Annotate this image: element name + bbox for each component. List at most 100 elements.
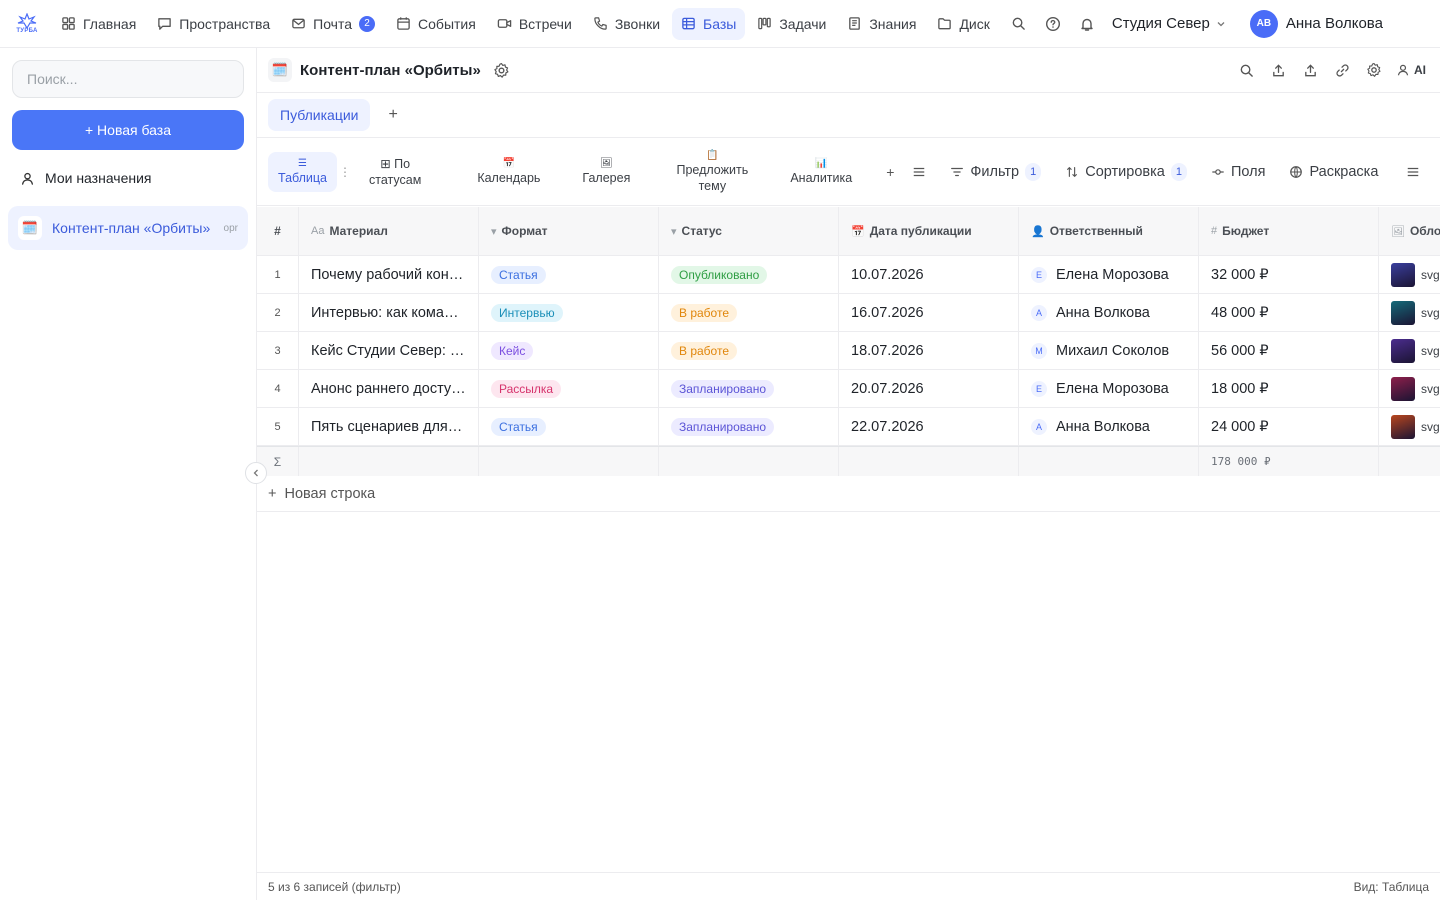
nav-bases[interactable]: Базы [672, 7, 746, 40]
workspace-switcher[interactable]: Студия Север [1112, 15, 1226, 32]
cell-date[interactable]: 10.07.2026 [839, 256, 1019, 293]
cell-status[interactable]: В работе [659, 294, 839, 331]
view-table[interactable]: ☰ Таблица [268, 151, 338, 192]
cell-cover[interactable]: svg [1379, 332, 1440, 369]
cell-material[interactable]: Интервью: как команда работает [299, 294, 479, 331]
nav-mail[interactable]: Почта 2 [282, 8, 384, 40]
cell-budget[interactable]: 24 000 ₽ [1199, 408, 1379, 445]
cell-cover[interactable]: svg [1379, 294, 1440, 331]
view-analytics[interactable]: 📊 Аналитика [780, 152, 862, 192]
nav-tasks[interactable]: Задачи [748, 8, 835, 40]
gear-icon[interactable] [493, 62, 510, 79]
cell-status[interactable]: Опубликовано [659, 256, 839, 293]
cell-format[interactable]: Статья [479, 408, 659, 445]
summary-cell-material[interactable] [299, 447, 479, 476]
summary-cell-budget-total[interactable]: 178 000 ₽ [1199, 447, 1379, 476]
user-menu[interactable]: АВ Анна Волкова [1249, 9, 1383, 38]
row-height-icon[interactable] [1406, 165, 1420, 179]
column-header-status[interactable]: ▾ Статус [659, 207, 839, 255]
cell-status[interactable]: Запланировано [659, 370, 839, 407]
search-button[interactable] [1230, 54, 1262, 86]
cell-status[interactable]: Запланировано [659, 408, 839, 445]
summary-cell-format[interactable] [479, 447, 659, 476]
view-more-icon[interactable]: ⋮ [339, 165, 351, 179]
cell-responsible[interactable]: А Анна Волкова [1019, 294, 1199, 331]
cell-budget[interactable]: 48 000 ₽ [1199, 294, 1379, 331]
nav-home[interactable]: Главная [52, 8, 145, 40]
nav-spaces[interactable]: Пространства [148, 8, 279, 40]
nav-events[interactable]: События [387, 8, 485, 40]
cell-responsible[interactable]: А Анна Волкова [1019, 408, 1199, 445]
help-button[interactable] [1036, 8, 1070, 40]
export-button[interactable] [1262, 54, 1294, 86]
cell-material[interactable]: Кейс Студии Север: рост [299, 332, 479, 369]
sort-button[interactable]: Сортировка 1 [1065, 162, 1187, 181]
cell-responsible[interactable]: Е Елена Морозова [1019, 370, 1199, 407]
column-header-budget[interactable]: # Бюджет [1199, 207, 1379, 255]
cell-responsible[interactable]: Е Елена Морозова [1019, 256, 1199, 293]
column-header-material[interactable]: Aa Материал [299, 207, 479, 255]
collapse-sidebar-button[interactable] [245, 462, 267, 484]
add-table-button[interactable]: + [388, 106, 397, 124]
table-row[interactable]: 3 Кейс Студии Север: рост Кейс В работе … [257, 332, 1440, 370]
nav-knowledge[interactable]: Знания [838, 8, 925, 40]
ai-assistant-button[interactable]: AI [1396, 63, 1426, 77]
cell-format[interactable]: Рассылка [479, 370, 659, 407]
filter-button[interactable]: Фильтр 1 [950, 162, 1042, 181]
copy-link-button[interactable] [1326, 54, 1358, 86]
summary-cell-responsible[interactable] [1019, 447, 1199, 476]
nav-disk[interactable]: Диск [928, 8, 998, 40]
notifications-button[interactable] [1070, 8, 1104, 40]
sidebar-item-my-assignments[interactable]: Мои назначения [20, 170, 152, 186]
view-suggest-topic[interactable]: 📋 Предложить тему [662, 148, 762, 196]
cell-budget[interactable]: 18 000 ₽ [1199, 370, 1379, 407]
view-calendar[interactable]: 📅 Календарь [467, 152, 550, 192]
summary-cell-cover[interactable] [1379, 447, 1440, 476]
cell-cover[interactable]: svg [1379, 408, 1440, 445]
cell-date[interactable]: 18.07.2026 [839, 332, 1019, 369]
column-header-format[interactable]: ▾ Формат [479, 207, 659, 255]
cell-material[interactable]: Почему рабочий контент-план ломается [299, 256, 479, 293]
cell-budget[interactable]: 56 000 ₽ [1199, 332, 1379, 369]
fields-button[interactable]: Поля [1211, 164, 1265, 180]
app-logo[interactable]: ТУРБА [12, 13, 42, 34]
sidebar-item-content-plan[interactable]: 🗓️ Контент-план «Орбиты» opr [8, 206, 248, 250]
nav-meetings[interactable]: Встречи [488, 8, 581, 40]
base-settings-button[interactable] [1358, 54, 1390, 86]
new-base-button[interactable]: + Новая база [12, 110, 244, 150]
add-view-button[interactable]: + [886, 164, 894, 180]
cell-date[interactable]: 16.07.2026 [839, 294, 1019, 331]
view-by-status[interactable]: ⊞ По статусам [359, 152, 431, 192]
summary-cell-status[interactable] [659, 447, 839, 476]
menu-icon[interactable] [912, 165, 926, 179]
table-row[interactable]: 4 Анонс раннего доступа Рассылка Заплани… [257, 370, 1440, 408]
summary-cell-date[interactable] [839, 447, 1019, 476]
new-row-button[interactable]: + Новая строка [257, 476, 1440, 512]
cell-responsible[interactable]: М Михаил Соколов [1019, 332, 1199, 369]
cell-status[interactable]: В работе [659, 332, 839, 369]
coloring-button[interactable]: Раскраска [1289, 164, 1378, 180]
cell-material[interactable]: Анонс раннего доступа [299, 370, 479, 407]
cell-format[interactable]: Интервью [479, 294, 659, 331]
nav-calls[interactable]: Звонки [584, 8, 669, 40]
sidebar-search-input[interactable]: Поиск... [12, 60, 244, 98]
column-header-cover[interactable]: 🖼 Облож [1379, 207, 1440, 255]
cell-cover[interactable]: svg [1379, 256, 1440, 293]
cell-material[interactable]: Пять сценариев для команды [299, 408, 479, 445]
tab-publications[interactable]: Публикации [268, 99, 371, 131]
cell-format[interactable]: Статья [479, 256, 659, 293]
table-row[interactable]: 5 Пять сценариев для команды Статья Запл… [257, 408, 1440, 446]
cell-date[interactable]: 22.07.2026 [839, 408, 1019, 445]
cell-cover[interactable]: svg [1379, 370, 1440, 407]
table-row[interactable]: 1 Почему рабочий контент-план ломается С… [257, 256, 1440, 294]
cell-format[interactable]: Кейс [479, 332, 659, 369]
column-header-responsible[interactable]: 👤 Ответственный [1019, 207, 1199, 255]
column-header-date[interactable]: 📅 Дата публикации [839, 207, 1019, 255]
share-button[interactable] [1294, 54, 1326, 86]
cell-budget[interactable]: 32 000 ₽ [1199, 256, 1379, 293]
table-row[interactable]: 2 Интервью: как команда работает Интервь… [257, 294, 1440, 332]
global-search-button[interactable] [1002, 8, 1036, 40]
base-emoji-icon[interactable]: 🗓️ [268, 58, 292, 82]
view-gallery[interactable]: 🖼 Галерея [572, 152, 640, 192]
cell-date[interactable]: 20.07.2026 [839, 370, 1019, 407]
